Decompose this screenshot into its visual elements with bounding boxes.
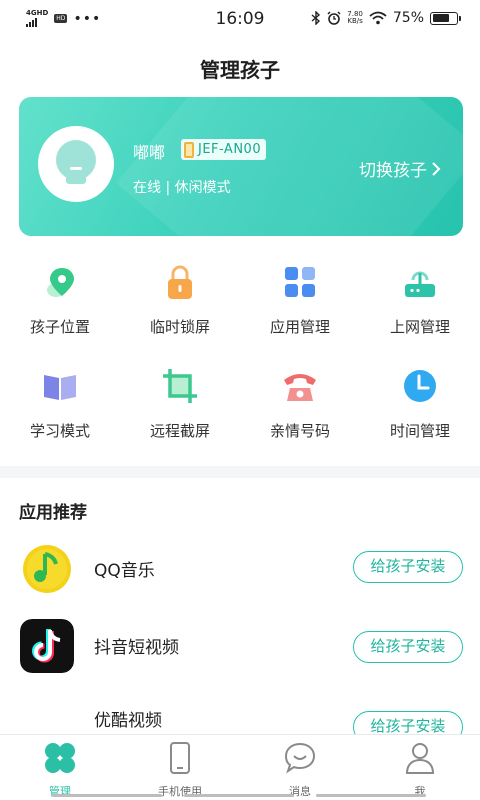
feature-family-numbers[interactable]: 亲情号码 [240,366,360,441]
device-tag: JEF-AN00 [181,139,267,160]
clover-icon [45,743,75,773]
install-button[interactable]: 给孩子安装 [353,551,463,583]
switch-child-button[interactable]: 切换孩子 [359,156,441,181]
feature-app-management[interactable]: 应用管理 [240,262,360,337]
home-indicator [184,794,294,797]
feature-label: 孩子位置 [29,318,90,336]
phone-icon [170,742,190,774]
recommendations-title: 应用推荐 [19,503,87,523]
feature-time-management[interactable]: 时间管理 [360,366,480,441]
qq-music-icon [23,545,71,593]
clock-icon [404,370,436,402]
app-name: 抖音短视频 [94,638,179,658]
status-bar: 4GHD HD ••• 16:09 7.80 KB/s 75% [0,0,480,38]
feature-label: 亲情号码 [269,422,330,440]
feature-remote-screenshot[interactable]: 远程截屏 [120,366,240,441]
crop-icon [163,369,197,403]
child-status: 在线 | 休闲模式 [133,180,231,196]
feature-child-location[interactable]: 孩子位置 [0,262,120,337]
lock-icon [168,265,192,299]
child-avatar-icon [56,140,96,184]
network-speed: 7.80 KB/s [347,11,363,25]
status-right: 7.80 KB/s 75% [311,10,461,26]
switch-child-label: 切换孩子 [359,161,427,181]
feature-label: 上网管理 [389,318,450,336]
bottom-tab-bar: 管理 手机使用 消息 我 [0,734,480,800]
feature-label: 应用管理 [269,318,330,336]
app-row-douyin: 抖音短视频 给孩子安装 [0,619,480,679]
alarm-icon [327,11,341,25]
tab-phone-usage[interactable]: 手机使用 [120,741,240,799]
page-title: 管理孩子 [200,58,280,82]
tab-messages[interactable]: 消息 [240,741,360,799]
child-name: 嘟嘟 [133,143,166,162]
feature-label: 时间管理 [389,422,450,440]
feature-label: 远程截屏 [149,422,210,440]
feature-study-mode[interactable]: 学习模式 [0,366,120,441]
book-icon [44,375,76,400]
home-indicator [52,794,162,797]
tab-manage[interactable]: 管理 [0,741,120,799]
apps-grid-icon [285,267,315,297]
chat-bubble-icon [284,742,316,774]
phone-icon [184,141,194,158]
app-row-qq-music: QQ音乐 给孩子安装 [0,542,480,602]
douyin-icon [20,619,74,673]
app-name: 优酷视频 [94,711,162,731]
feature-temp-lock[interactable]: 临时锁屏 [120,262,240,337]
install-button[interactable]: 给孩子安装 [353,631,463,663]
wifi-icon [369,11,387,25]
location-pin-icon [47,268,74,297]
speed-unit: KB/s [347,17,363,25]
child-avatar[interactable] [38,126,114,202]
chevron-right-icon [432,161,441,176]
router-icon [405,271,435,297]
tab-me[interactable]: 我 [360,741,480,799]
child-card[interactable]: 嘟嘟 JEF-AN00 在线 | 休闲模式 切换孩子 [19,97,463,236]
telephone-icon [284,374,316,401]
battery-percent: 75% [392,10,424,26]
bluetooth-icon [311,11,321,25]
section-divider [0,466,480,478]
feature-internet-management[interactable]: 上网管理 [360,262,480,337]
battery-icon [430,11,461,25]
person-icon [405,743,435,774]
feature-label: 学习模式 [29,422,90,440]
home-indicator [316,794,426,797]
app-name: QQ音乐 [94,561,155,581]
feature-label: 临时锁屏 [149,318,210,336]
device-model: JEF-AN00 [198,142,262,157]
